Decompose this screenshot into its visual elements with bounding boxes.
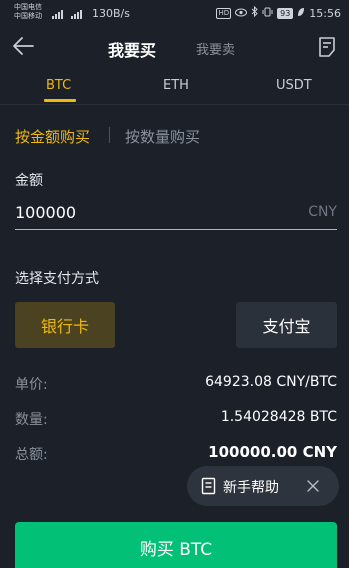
carrier-1: 中国电信: [14, 3, 42, 11]
tab-sell[interactable]: 我要卖: [196, 39, 235, 58]
amount-label: 金额: [15, 173, 43, 189]
mode-separator: [109, 127, 110, 143]
help-label: 新手帮助: [223, 480, 279, 496]
buy-button[interactable]: 购买 BTC: [15, 522, 337, 568]
document-icon: [319, 37, 335, 57]
amount-input[interactable]: [15, 203, 215, 222]
leaf-icon: [297, 7, 305, 20]
coin-tab-btc[interactable]: BTC: [46, 78, 71, 93]
arrow-left-icon: [13, 37, 34, 55]
mode-by-quantity[interactable]: 按数量购买: [125, 126, 200, 147]
carrier-2: 中国移动: [14, 12, 42, 20]
close-icon[interactable]: [305, 478, 321, 494]
bluetooth-icon: [251, 5, 258, 20]
price-label: 单价:: [15, 377, 48, 393]
tab-buy[interactable]: 我要买: [108, 37, 156, 61]
orders-button[interactable]: [317, 36, 337, 58]
tab-divider: [0, 104, 349, 105]
hd-badge: HD: [216, 7, 232, 19]
clock: 15:56: [309, 6, 341, 20]
quantity-label: 数量:: [15, 412, 48, 428]
payment-alipay-button[interactable]: 支付宝: [236, 302, 337, 348]
status-right: HD 93 15:56: [216, 5, 341, 20]
battery-level: 93: [277, 7, 294, 19]
total-label: 总额:: [15, 447, 48, 463]
payment-label: 选择支付方式: [15, 271, 99, 287]
status-bar: 中国电信 中国移动 130B/s HD 93 15:56: [0, 0, 349, 27]
carrier-info: 中国电信 中国移动: [14, 3, 42, 21]
amount-unit: CNY: [308, 204, 337, 220]
active-tab-indicator: [44, 99, 76, 102]
vibrate-icon: [262, 7, 273, 20]
beginner-help-pill[interactable]: 新手帮助: [187, 466, 339, 506]
help-document-icon: [201, 477, 216, 495]
eye-icon: [235, 7, 248, 20]
quantity-value: 1.54028428 BTC: [220, 409, 337, 425]
price-value: 64923.08 CNY/BTC: [205, 374, 337, 390]
coin-tab-eth[interactable]: ETH: [163, 78, 189, 93]
signal-icon: [52, 8, 83, 19]
total-value: 100000.00 CNY: [208, 443, 337, 461]
coin-tab-usdt[interactable]: USDT: [276, 78, 312, 93]
amount-underline: [15, 229, 337, 230]
back-button[interactable]: [12, 36, 34, 56]
payment-bank-card-button[interactable]: 银行卡: [15, 302, 115, 348]
mode-by-amount[interactable]: 按金额购买: [15, 126, 90, 147]
network-speed: 130B/s: [92, 7, 130, 20]
